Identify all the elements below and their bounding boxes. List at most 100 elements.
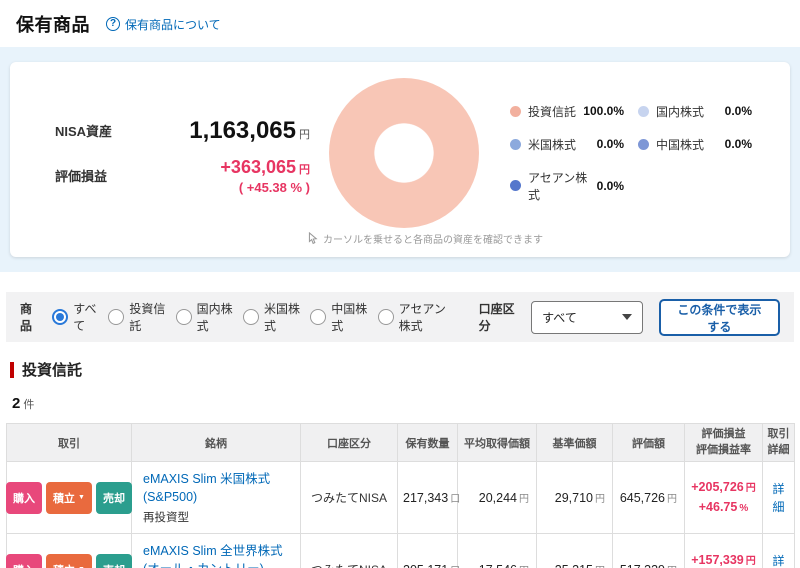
holdings-table: 取引 銘柄 口座区分 保有数量 平均取得価額 基準価額 評価額 評価損益 評価損… [6,423,795,568]
hover-hint: カーソルを乗せると各商品の資産を確認できます [306,231,543,246]
hover-hint-text: カーソルを乗せると各商品の資産を確認できます [323,235,543,246]
account-select-value: すべて [542,310,577,325]
sell-button[interactable]: 売却 [95,553,132,568]
chart-legend: 投資信託 100.0% 国内株式 0.0% 米国株式 0.0% 中国株式 0.0… [498,103,790,203]
account-select[interactable]: すべて [531,300,643,334]
yen-unit: 円 [299,163,310,176]
table-header-row: 取引 銘柄 口座区分 保有数量 平均取得価額 基準価額 評価額 評価損益 評価損… [6,423,795,462]
pl-percent: ( +45.38 % ) [238,179,310,195]
legend-item-beikoku: 米国株式 0.0% [510,136,624,153]
help-link-label: 保有商品について [125,17,221,32]
radio-fund[interactable]: 投資信託 [108,300,166,334]
account-type-cell: つみたてNISA [300,533,398,568]
legend-label: 投資信託 [528,104,577,119]
pl-cell: +157,339円 +43.70% [684,533,763,568]
section-bar-icon [10,361,14,378]
question-icon: ? [106,17,120,31]
avg-price-cell: 20,244 円 [457,460,537,535]
cursor-icon [308,232,318,245]
quantity-cell: 205,171口 [397,533,460,568]
value-cell: 517,339円 [612,533,685,568]
col-trade: 取引 [6,423,132,462]
sell-button[interactable]: 売却 [95,481,132,514]
asset-block: NISA資産 1,163,065 円 評価損益 +363,065 円 ( +45.3… [10,117,310,195]
col-quantity: 保有数量 [397,423,458,462]
nav-cell: 29,710 円 [536,460,613,535]
nisa-asset-value: 1,163,065 円 [189,116,310,144]
account-type-label: 口座区分 [478,302,515,333]
radio-all[interactable]: すべて [52,300,99,334]
buy-button[interactable]: 購入 [6,481,43,514]
legend-dot-icon [510,180,521,191]
result-count: 2件 [12,395,35,412]
summary-card: NISA資産 1,163,065 円 評価損益 +363,065 円 ( +45.3… [10,62,790,257]
radio-us-stock[interactable]: 米国株式 [242,300,301,334]
legend-label: 米国株式 [528,137,577,152]
fund-type: 再投資型 [143,512,189,525]
apply-filter-button[interactable]: この条件で表示する [658,298,780,336]
radio-button-icon [175,309,192,325]
radio-label: 中国株式 [331,302,368,333]
radio-button-icon [108,309,125,325]
tsumitate-button[interactable]: 積立▼ [46,481,92,514]
col-name: 銘柄 [131,423,301,462]
tsumitate-button[interactable]: 積立▼ [46,553,92,568]
product-filter-label: 商品 [20,302,33,333]
legend-dot-icon [638,138,649,150]
section-title: 投資信託 [22,362,83,379]
quantity-cell: 217,343 口 [397,460,460,535]
section-header: 投資信託 [10,359,790,380]
help-link[interactable]: ? 保有商品について [106,16,221,33]
fund-link[interactable]: eMAXIS Slim 全世界株式(オール・カントリー) [143,542,289,568]
detail-link[interactable]: 詳細 [772,482,784,514]
chevron-down-icon [621,314,632,320]
radio-label: アセアン株式 [398,302,446,333]
legend-item-asean: アセアン株式 0.0% [510,169,624,203]
table-row: 購入 積立 ▼ 売却 eMAXIS Slim 米国株式(S&P500) 再投資型 … [6,460,795,535]
col-detail: 取引 詳細 [762,423,795,462]
radio-china-stock[interactable]: 中国株式 [310,300,368,334]
account-type-cell: つみたてNISA [300,460,398,535]
legend-dot-icon [510,105,521,117]
col-nav: 基準価額 [536,423,613,462]
page-header: 保有商品 ? 保有商品について [0,0,800,47]
col-value: 評価額 [612,423,685,462]
pl-label: 評価損益 [55,169,108,184]
col-account: 口座区分 [300,423,398,462]
legend-value: 0.0% [596,137,624,151]
legend-value: 100.0% [583,104,624,118]
radio-button-icon [377,309,394,325]
radio-label: 投資信託 [129,302,166,333]
fund-link[interactable]: eMAXIS Slim 米国株式(S&P500) [143,470,289,506]
legend-item-toushishintaku: 投資信託 100.0% [510,103,624,120]
radio-asean-stock[interactable]: アセアン株式 [377,300,456,334]
legend-label: アセアン株式 [528,170,588,202]
value-cell: 645,726 円 [612,460,685,535]
pl-cell: +205,726 円 +46.75% [684,460,763,535]
radio-button-icon [310,309,327,325]
legend-value: 0.0% [596,178,624,193]
legend-value: 0.0% [724,137,752,151]
buy-button[interactable]: 購入 [6,553,43,568]
pl-value: +363,065 [220,156,296,177]
avg-price-cell: 17,546円 [457,533,537,568]
table-row: 購入 積立▼ 売却 eMAXIS Slim 全世界株式(オール・カントリー) 再… [6,533,795,568]
summary-band: NISA資産 1,163,065 円 評価損益 +363,065 円 ( +45.3… [0,47,800,272]
radio-label: 国内株式 [196,302,233,333]
radio-domestic-stock[interactable]: 国内株式 [175,300,234,334]
legend-dot-icon [510,138,521,150]
col-pl: 評価損益 評価損益率 [684,423,763,462]
radio-label: 米国株式 [263,302,300,333]
legend-label: 国内株式 [656,104,705,119]
donut-chart[interactable] [329,77,479,228]
pl-value-block: +363,065 円 ( +45.38 % ) [220,157,310,195]
page-title: 保有商品 [16,15,90,35]
legend-label: 中国株式 [656,137,705,152]
col-avg-price: 平均取得価額 [457,423,537,462]
radio-button-icon [52,309,69,325]
radio-button-icon [242,309,259,325]
legend-item-chugoku: 中国株式 0.0% [638,136,752,153]
donut-column [310,77,498,228]
radio-label: すべて [73,302,97,333]
detail-link[interactable]: 詳細 [772,554,784,568]
